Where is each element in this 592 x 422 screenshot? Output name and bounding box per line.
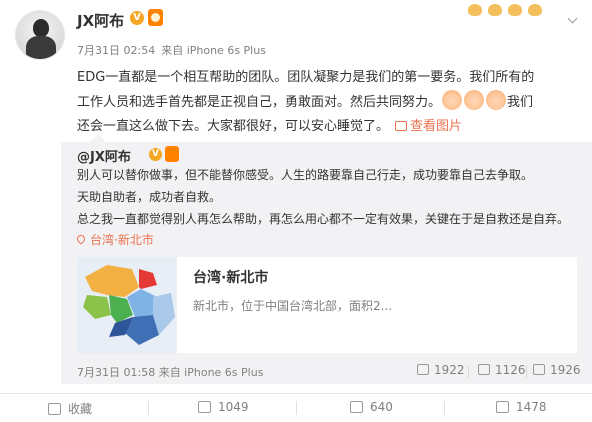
username[interactable]: JX阿布	[77, 10, 124, 31]
post-timestamp[interactable]: 7月31日 02:54	[77, 44, 155, 57]
post-text: EDG一直都是一个相互帮助的团队。团队凝聚力是我们的第一要务。我们所有的 工作人…	[77, 66, 583, 139]
divider	[468, 366, 469, 378]
repost-button[interactable]: 1049	[198, 400, 249, 414]
post-text-line: 还会一直这么做下去。大家都很好，可以安心睡觉了。 查看图片	[77, 119, 463, 134]
post-meta: 7月31日 02:54 来自 iPhone 6s Plus	[77, 42, 272, 58]
thumbs-up-icon	[496, 401, 509, 413]
emoji-icon	[486, 90, 507, 110]
location-card-title: 台湾·新北市	[193, 270, 269, 286]
divider	[148, 401, 149, 415]
vip-icon[interactable]	[165, 146, 179, 162]
verified-icon[interactable]: V	[149, 148, 162, 161]
divider	[444, 401, 445, 415]
repost-text-line: 别人可以替你做事，但不能替你感受。人生的路要靠自己行走，成功要靠自己去争取。	[77, 168, 534, 182]
share-icon	[417, 364, 429, 375]
favorite-button[interactable]: 收藏	[48, 400, 92, 417]
image-icon	[395, 121, 408, 131]
repost-text-line: 总之我一直都觉得别人再怎么帮助，再怎么用心都不一定有效果，关键在于是自救还是自弃…	[77, 212, 570, 226]
repost-text-line: 天助自助者，成功者自救。	[77, 190, 222, 204]
view-images-link[interactable]: 查看图片	[389, 119, 462, 134]
location-card[interactable]: 台湾·新北市 新北市，位于中国台湾北部，面积2...	[77, 257, 577, 353]
repost-repost-count[interactable]: 1922	[417, 363, 465, 377]
share-icon	[198, 401, 211, 413]
repost-timestamp[interactable]: 7月31日 01:58 来自 iPhone 6s Plus	[77, 364, 263, 380]
comment-button[interactable]: 640	[350, 400, 393, 414]
post-source: 来自 iPhone 6s Plus	[161, 44, 266, 57]
repost-username[interactable]: @JX阿布	[77, 146, 131, 165]
avatar[interactable]	[15, 10, 65, 60]
location-card-desc: 新北市，位于中国台湾北部，面积2...	[193, 299, 393, 313]
emoji-icon	[464, 90, 485, 110]
star-icon	[48, 403, 61, 415]
location-link[interactable]: 台湾·新北市	[75, 231, 154, 248]
weibo-post: JX阿布 V 7月31日 02:54 来自 iPhone 6s Plus EDG一…	[0, 0, 592, 422]
chevron-down-icon[interactable]	[566, 14, 580, 28]
post-text-line: EDG一直都是一个相互帮助的团队。团队凝聚力是我们的第一要务。我们所有的	[77, 70, 535, 85]
location-pin-icon	[75, 233, 87, 245]
verified-icon[interactable]: V	[130, 11, 144, 25]
action-bar: 收藏 1049 640 1478	[0, 393, 592, 422]
divider	[526, 366, 527, 378]
like-button[interactable]: 1478	[496, 400, 547, 414]
repost-comment-count[interactable]: 1126	[478, 363, 526, 377]
post-text-line: 工作人员和选手首先都是正视自己，勇敢面对。然后共同努力。 我们	[77, 90, 583, 115]
repost-like-count[interactable]: 1926	[533, 363, 581, 377]
map-thumbnail	[77, 257, 177, 353]
comment-icon	[350, 401, 363, 413]
reposted-content: @JX阿布 V 别人可以替你做事，但不能替你感受。人生的路要靠自己行走，成功要靠…	[61, 142, 592, 384]
emoji-decoration	[468, 1, 558, 23]
thumbs-up-icon	[533, 364, 545, 375]
repost-pointer	[90, 134, 106, 142]
emoji-icon	[442, 90, 463, 110]
divider	[296, 401, 297, 415]
comment-icon	[478, 364, 490, 375]
vip-icon[interactable]	[148, 9, 163, 26]
